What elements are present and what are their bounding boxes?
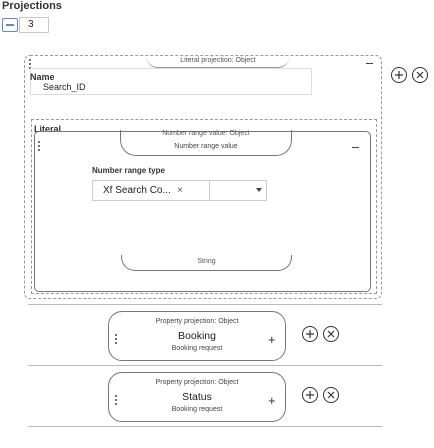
divider	[28, 304, 382, 305]
add-circle-icon[interactable]	[302, 326, 318, 342]
name-value: Search_ID	[43, 82, 86, 92]
number-range-caption: Number range value: Object	[162, 130, 250, 137]
collapse-icon[interactable]	[2, 18, 18, 32]
add-circle-icon[interactable]	[302, 387, 318, 403]
add-icon[interactable]: +	[268, 332, 276, 347]
chevron-down-icon[interactable]	[256, 188, 262, 192]
literal-projection-caption: Literal projection: Object	[146, 56, 290, 68]
number-range-title: Number range value	[174, 143, 238, 150]
name-label: Name	[30, 72, 55, 82]
count-field[interactable]: 3	[19, 17, 49, 33]
drag-handle-icon[interactable]	[38, 141, 41, 151]
property-projection-caption: Property projection: Object	[155, 318, 239, 325]
name-field[interactable]: Search_ID	[30, 68, 312, 95]
property-projection-subtitle: Booking request	[171, 345, 223, 352]
page-title: Projections	[2, 0, 62, 12]
add-circle-icon[interactable]	[391, 67, 407, 83]
property-projection-title: Booking	[178, 330, 216, 342]
navigate-circle-icon[interactable]	[323, 326, 339, 342]
string-type-chip: String	[121, 255, 292, 271]
navigate-circle-icon[interactable]	[323, 387, 339, 403]
property-projection-caption: Property projection: Object	[155, 379, 239, 386]
property-projection-subtitle: Booking request	[171, 406, 223, 413]
number-range-type-value[interactable]: Xf Search Co...	[92, 180, 210, 201]
add-icon[interactable]: +	[268, 393, 276, 408]
divider	[28, 426, 382, 427]
collapse-minus-icon[interactable]	[366, 63, 373, 64]
property-projection-title: Status	[182, 391, 212, 403]
divider	[28, 365, 382, 366]
navigate-circle-icon[interactable]	[412, 67, 428, 83]
clear-selection-icon[interactable]: ×	[177, 180, 183, 201]
number-range-type-label: Number range type	[92, 166, 165, 175]
collapse-minus-icon[interactable]	[352, 147, 359, 148]
